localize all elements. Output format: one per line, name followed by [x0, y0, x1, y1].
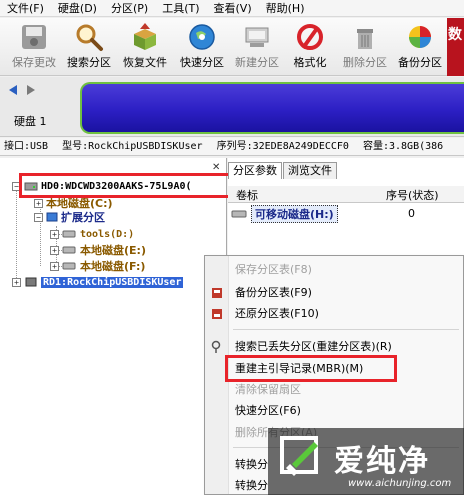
arrow-right-icon — [27, 85, 35, 95]
delete-partition-button[interactable]: 删除分区 — [338, 20, 392, 74]
new-partition-icon — [245, 27, 269, 47]
extended-partition-icon — [46, 212, 58, 222]
next-disk-button[interactable] — [24, 83, 38, 97]
watermark-url: www.aichunjing.com — [348, 478, 452, 489]
menu-clear-reserved-sectors[interactable]: 清除保留扇区 — [235, 383, 301, 397]
disk-partition-bar[interactable] — [80, 82, 464, 134]
recover-box-icon — [134, 23, 156, 50]
backup-table-icon — [212, 288, 222, 298]
close-icon[interactable]: ✕ — [212, 162, 220, 173]
watermark: 爱纯净 www.aichunjing.com — [268, 428, 464, 495]
column-volume[interactable]: 卷标 — [236, 187, 258, 203]
expand-icon[interactable]: + — [50, 245, 59, 255]
menu-bar: 文件(F) 硬盘(D) 分区(P) 工具(T) 查看(V) 帮助(H) — [0, 0, 464, 17]
collapse-icon[interactable]: − — [34, 212, 43, 222]
backup-partition-button[interactable]: 备份分区 — [393, 20, 447, 74]
menu-view[interactable]: 查看(V) — [207, 0, 259, 17]
partition-table-header: 卷标 序号(状态) — [228, 186, 464, 203]
quick-partition-button[interactable]: 快速分区 — [175, 20, 229, 74]
removable-disk-icon — [25, 277, 37, 287]
disk-capacity: 容量:3.8GB(386 — [362, 141, 444, 152]
toolbar: 保存更改 搜索分区 恢复文件 快速分区 新建分区 格式化 删除分区 备份分区 数 — [0, 18, 464, 76]
menu-quick-partition[interactable]: 快速分区(F6) — [235, 404, 301, 418]
tree-item-tools[interactable]: + tools(D:) — [50, 226, 134, 242]
highlight-frame-mbr — [225, 355, 397, 382]
trash-icon — [357, 29, 373, 49]
search-icon — [211, 340, 221, 353]
menu-search-lost-partitions[interactable]: 搜索已丢失分区(重建分区表)(R) — [235, 340, 392, 354]
menu-file[interactable]: 文件(F) — [0, 0, 51, 17]
prev-disk-button[interactable] — [6, 83, 20, 97]
save-changes-button[interactable]: 保存更改 — [8, 20, 60, 74]
menu-convert-partition-2[interactable]: 转换分 — [235, 479, 268, 493]
partition-seq: 0 — [408, 207, 415, 220]
disk-serial: 序列号:32EDE8A249DECCF0 — [216, 141, 349, 152]
disk-interface: 接口:USB — [4, 141, 49, 152]
tree-item-local-f[interactable]: + 本地磁盘(F:) — [50, 258, 145, 274]
expand-icon[interactable]: + — [50, 229, 59, 239]
new-partition-button[interactable]: 新建分区 — [230, 20, 284, 74]
menu-backup-partition-table[interactable]: 备份分区表(F9) — [235, 286, 312, 300]
tree-line — [16, 186, 17, 284]
disk-map-panel: 硬盘 1 — [0, 77, 464, 137]
expand-icon[interactable]: + — [12, 277, 21, 287]
disk-model: 型号:RockChipUSBDISKUser — [62, 141, 203, 152]
partition-tabs: 分区参数 浏览文件 — [228, 162, 338, 179]
recover-files-button[interactable]: 恢复文件 — [118, 20, 172, 74]
highlight-frame-hd0 — [19, 173, 232, 198]
format-icon — [297, 24, 323, 50]
drive-icon — [62, 262, 76, 270]
restore-table-icon — [212, 309, 222, 319]
menu-separator — [233, 329, 459, 330]
disk-label: 硬盘 1 — [14, 115, 47, 128]
brand-corner: 数 — [447, 18, 464, 76]
search-partition-button[interactable]: 搜索分区 — [63, 20, 115, 74]
watermark-text: 爱纯净 — [334, 444, 430, 479]
backup-pie-icon — [409, 26, 431, 48]
disk-info-line: 接口:USB 型号:RockChipUSBDISKUser 序列号:32EDE8… — [0, 138, 464, 156]
menu-convert-partition-1[interactable]: 转换分 — [235, 458, 268, 472]
menu-help[interactable]: 帮助(H) — [259, 0, 312, 17]
column-seq[interactable]: 序号(状态) — [386, 187, 439, 203]
menu-save-partition-table[interactable]: 保存分区表(F8) — [235, 263, 312, 277]
menu-restore-partition-table[interactable]: 还原分区表(F10) — [235, 307, 319, 321]
tree-item-local-e[interactable]: + 本地磁盘(E:) — [50, 242, 146, 258]
tab-partition-params[interactable]: 分区参数 — [228, 162, 282, 179]
arrow-left-icon — [9, 85, 17, 95]
expand-icon[interactable]: + — [50, 261, 59, 271]
menu-tools[interactable]: 工具(T) — [155, 0, 206, 17]
menu-partition[interactable]: 分区(P) — [104, 0, 155, 17]
drive-icon — [231, 210, 247, 217]
format-button[interactable]: 格式化 — [288, 20, 332, 74]
magnifier-icon — [76, 24, 103, 51]
globe-disc-icon — [189, 24, 215, 50]
tab-browse-files[interactable]: 浏览文件 — [283, 162, 337, 179]
tree-item-extended[interactable]: − 扩展分区 — [34, 209, 105, 225]
logo-icon — [280, 436, 318, 476]
tree-item-rd1[interactable]: + RD1:RockChipUSBDISKUser — [12, 274, 184, 290]
menu-disk[interactable]: 硬盘(D) — [51, 0, 104, 17]
save-icon — [22, 25, 46, 49]
disk-nav — [6, 83, 38, 97]
drive-icon — [62, 230, 76, 238]
expand-icon[interactable]: + — [34, 198, 43, 208]
partition-row[interactable]: 可移动磁盘(H:) — [230, 204, 338, 223]
drive-icon — [62, 246, 76, 254]
